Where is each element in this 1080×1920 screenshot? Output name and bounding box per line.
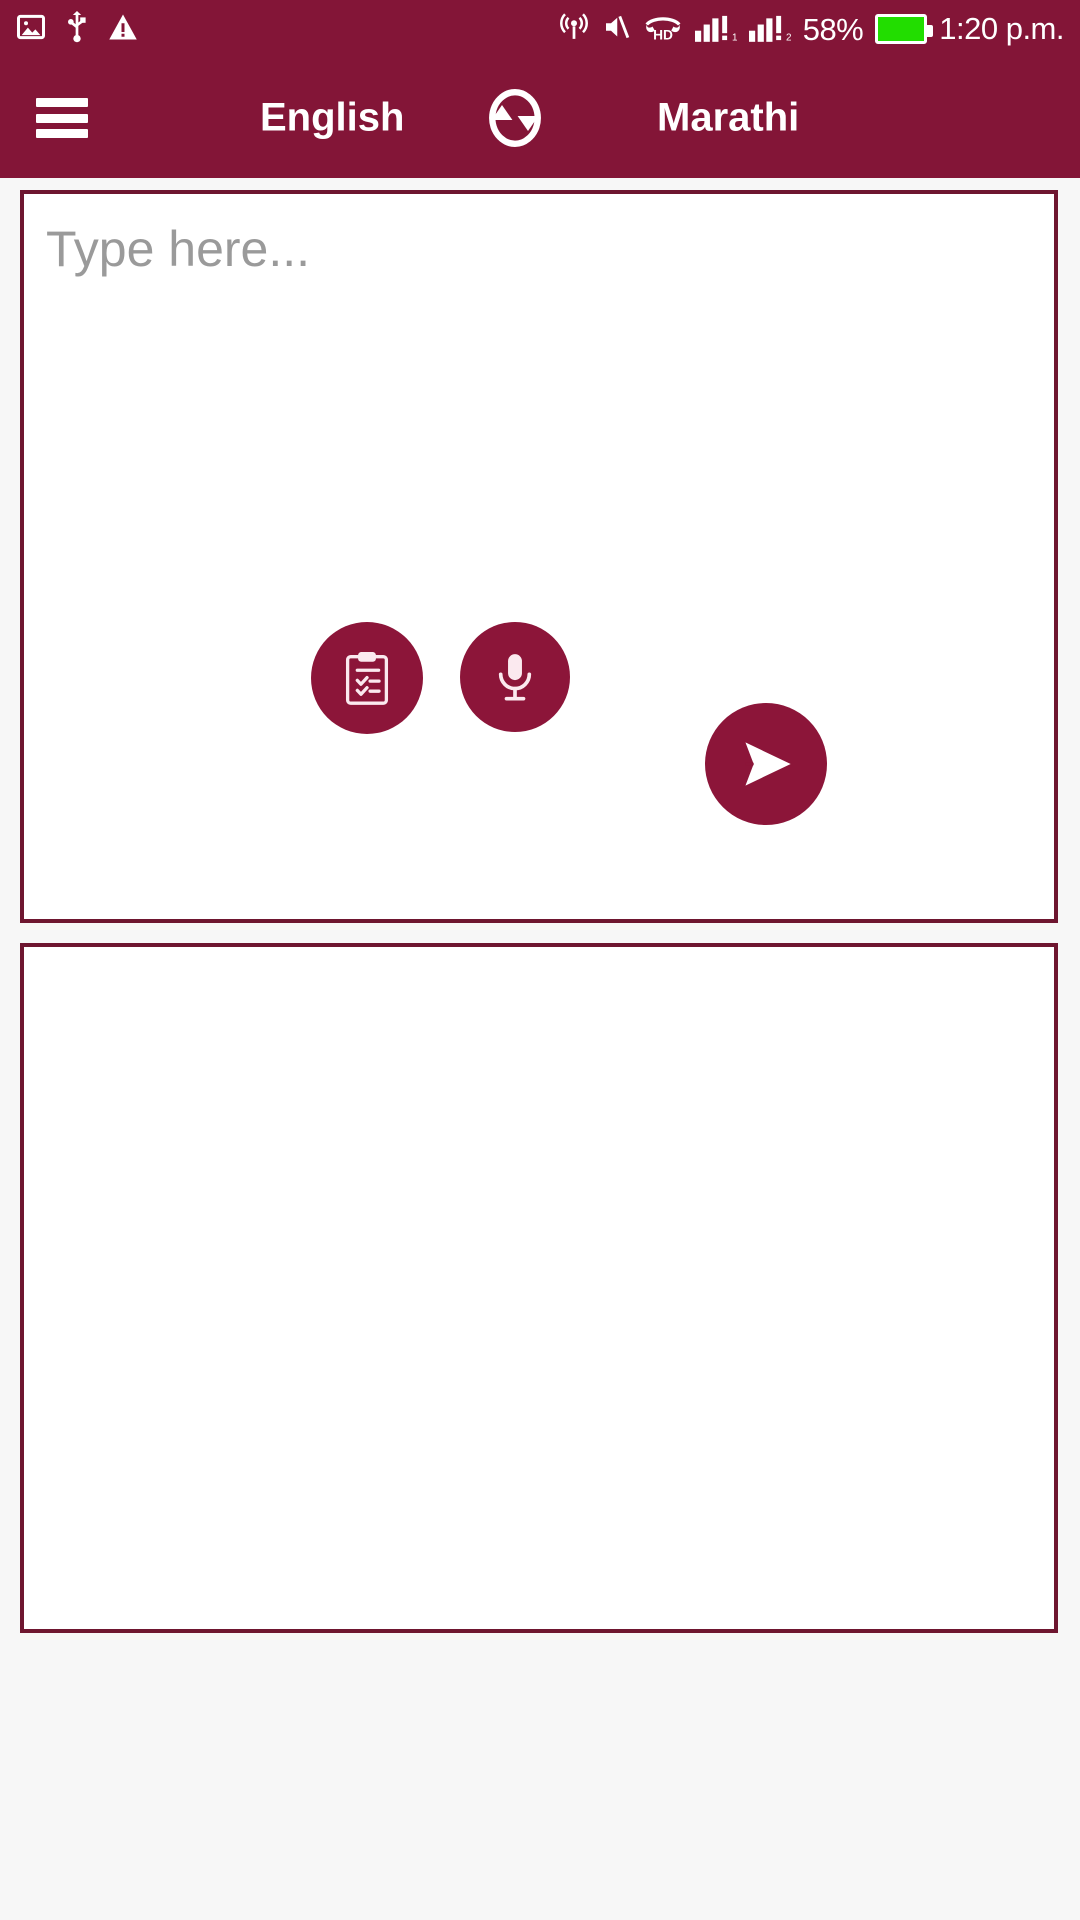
- image-icon: [16, 12, 46, 47]
- svg-text:1: 1: [732, 32, 737, 41]
- signal-sim1-icon: 1: [694, 12, 738, 47]
- clock-label: 1:20 p.m.: [939, 11, 1064, 46]
- signal-sim2-icon: 2: [748, 12, 791, 47]
- hamburger-menu-icon[interactable]: [36, 98, 88, 138]
- target-language-label[interactable]: Marathi: [657, 96, 799, 141]
- input-placeholder: Type here...: [46, 221, 311, 277]
- warning-icon: [108, 13, 138, 46]
- clipboard-button[interactable]: [311, 622, 423, 734]
- mute-icon: [601, 13, 631, 46]
- source-language-label[interactable]: English: [260, 96, 404, 141]
- mic-button[interactable]: [460, 622, 570, 732]
- battery-icon: [875, 14, 934, 44]
- status-bar-right-icons: HD 1 2: [559, 11, 1064, 47]
- status-bar-left-icons: [16, 10, 138, 48]
- swap-languages-icon[interactable]: [469, 72, 561, 164]
- send-button[interactable]: [705, 703, 827, 825]
- app-bar: English Marathi: [0, 58, 1080, 178]
- status-bar: HD 1 2: [0, 0, 1080, 58]
- output-panel[interactable]: [20, 943, 1058, 1633]
- hd-call-icon: HD: [643, 13, 683, 46]
- battery-percent-label: 58%: [802, 11, 864, 47]
- svg-text:2: 2: [786, 32, 791, 41]
- hotspot-icon: [559, 12, 589, 47]
- usb-icon: [64, 10, 90, 48]
- svg-text:HD: HD: [653, 27, 673, 41]
- app-root: HD 1 2: [0, 0, 1080, 1920]
- input-panel[interactable]: Type here...: [20, 190, 1058, 923]
